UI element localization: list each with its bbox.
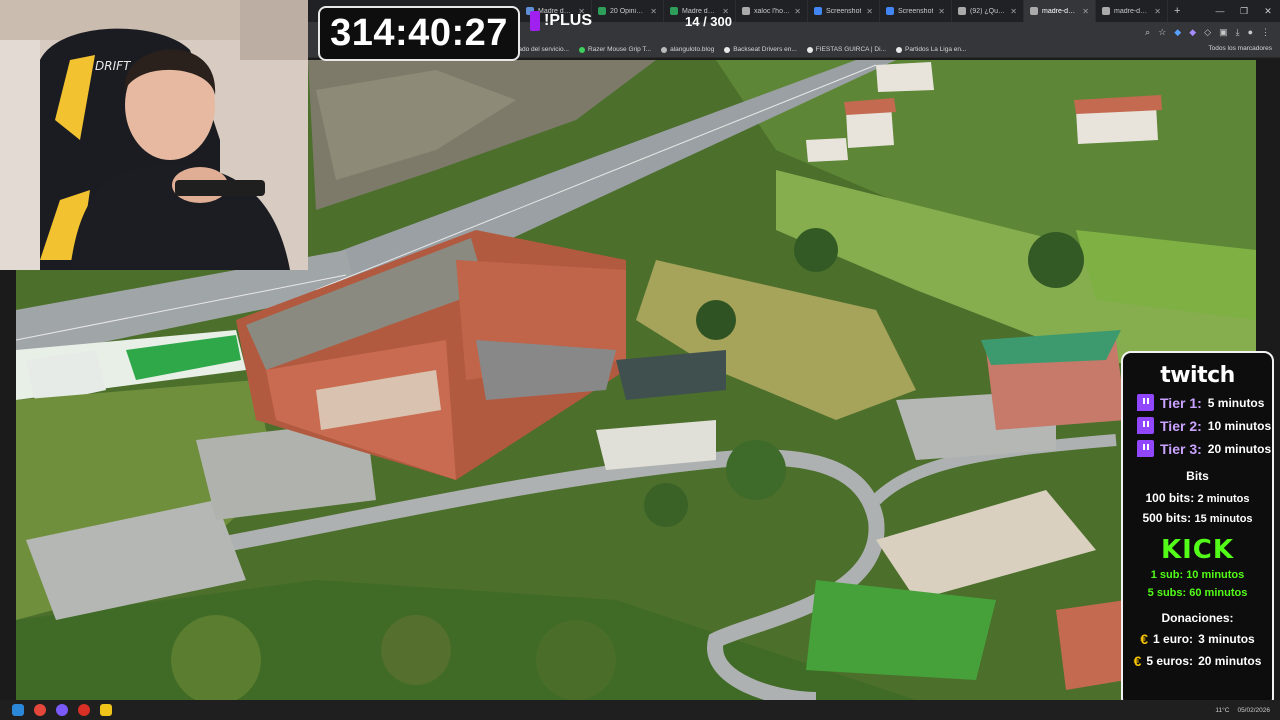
favicon-icon (886, 7, 894, 15)
bits-title: Bits (1186, 469, 1209, 483)
close-tab-icon[interactable]: ✕ (794, 7, 801, 16)
tier-row: Tier 2: 10 minutos (1137, 417, 1272, 434)
browser-tab[interactable]: xaloc l'hospital✕ (736, 0, 808, 22)
all-bookmarks-button[interactable]: Todos los marcadores (1208, 45, 1272, 52)
app-icon[interactable] (78, 704, 90, 716)
webcam-image: DRIFT (0, 0, 308, 270)
extension-icon[interactable]: ◆ (1189, 27, 1196, 38)
new-tab-button[interactable]: + (1168, 5, 1186, 17)
clock-date: 05/02/2026 (1237, 706, 1270, 714)
kick-logo: KICK (1160, 535, 1235, 565)
menu-icon[interactable]: ⋮ (1261, 27, 1270, 38)
extension-icon[interactable]: ◆ (1174, 27, 1181, 38)
kick-amount: 1 sub: (1150, 569, 1184, 581)
bits-amount: 100 bits: (1145, 491, 1195, 505)
twitch-icon (1137, 417, 1154, 434)
kick-amount: 5 subs: (1147, 587, 1187, 599)
chrome-icon[interactable] (34, 704, 46, 716)
bookmark[interactable]: Partidos La Liga en... (895, 46, 966, 53)
tier-row: Tier 3: 20 minutos (1137, 440, 1272, 457)
close-tab-icon[interactable]: ✕ (1082, 7, 1089, 16)
close-tab-icon[interactable]: ✕ (866, 7, 873, 16)
browser-tab[interactable]: madre-de-dios✕ (1096, 0, 1168, 22)
tier-label: Tier 1: (1160, 394, 1202, 411)
bookmark[interactable]: FIESTAS GUIRCA | Di... (806, 46, 886, 53)
extension-icon[interactable]: ◇ (1204, 27, 1211, 38)
system-tray: 11°C 05/02/2026 (1215, 707, 1270, 714)
goal-label: !PLUS (544, 12, 592, 29)
favicon-icon (1102, 7, 1110, 15)
bits-value: 2 minutos (1197, 493, 1250, 505)
bookmark-icon (895, 46, 902, 53)
bits-value: 15 minutos (1194, 513, 1253, 525)
webcam-feed: DRIFT (0, 0, 308, 270)
browser-tab[interactable]: Screenshot ✕ (808, 0, 880, 22)
minimize-icon[interactable]: — (1208, 0, 1232, 22)
plus-goal: !PLUS 14 / 300 (530, 8, 740, 34)
browser-tab[interactable]: (92) ¿Qué es✕ (952, 0, 1024, 22)
donation-value: 3 minutos (1198, 632, 1255, 646)
puzzle-icon[interactable]: ▣ (1219, 27, 1228, 38)
close-tab-icon[interactable]: ✕ (1154, 7, 1161, 16)
euro-icon: € (1133, 653, 1142, 669)
donation-row: € 5 euros: 20 minutos (1123, 653, 1272, 669)
donations-title: Donaciones: (1161, 611, 1234, 625)
browser-tab[interactable]: Screenshot ✕ (880, 0, 952, 22)
star-icon[interactable]: ☆ (1158, 27, 1166, 38)
svg-text:DRIFT: DRIFT (95, 59, 132, 73)
close-window-icon[interactable]: ✕ (1256, 0, 1280, 22)
tier-value: 5 minutos (1207, 395, 1265, 410)
bookmark[interactable]: alanguloto.blog (661, 46, 714, 53)
download-icon[interactable]: ⤓ (1236, 27, 1240, 38)
profile-avatar[interactable]: ● (1248, 27, 1253, 37)
donation-value: 20 minutos (1198, 654, 1262, 668)
twitch-icon (1137, 394, 1154, 411)
bookmark[interactable]: Razer Mouse Grip T... (578, 46, 651, 53)
close-tab-icon[interactable]: ✕ (1010, 7, 1017, 16)
tier-value: 20 minutos (1207, 441, 1272, 456)
tier-label: Tier 2: (1160, 417, 1202, 434)
window-controls: — ❐ ✕ (1208, 0, 1280, 22)
favicon-icon (1030, 7, 1038, 15)
plus-icon (530, 11, 540, 31)
bookmark-icon (724, 46, 731, 53)
taskbar: 11°C 05/02/2026 (0, 700, 1280, 720)
bookmark-icon (661, 46, 668, 53)
twitch-logo: twitch (1160, 363, 1235, 388)
subathon-rules-panel: twitch Tier 1: 5 minutos Tier 2: 10 minu… (1121, 351, 1274, 708)
tier-row: Tier 1: 5 minutos (1137, 394, 1272, 411)
donation-amount: 1 euro: (1153, 632, 1194, 646)
kick-row: 1 sub: 10 minutos (1123, 569, 1272, 581)
maximize-icon[interactable]: ❐ (1232, 0, 1256, 22)
kick-value: 10 minutos (1186, 569, 1245, 581)
favicon-icon (742, 7, 750, 15)
favicon-icon (814, 7, 822, 15)
kick-value: 60 minutos (1189, 587, 1248, 599)
kick-row: 5 subs: 60 minutos (1123, 587, 1272, 599)
zoom-icon[interactable]: ⌕ (1145, 27, 1150, 38)
tier-value: 10 minutos (1207, 418, 1272, 433)
weather: 11°C (1215, 706, 1230, 714)
euro-icon: € (1140, 631, 1149, 647)
bookmark-icon (806, 46, 813, 53)
windows-start-icon[interactable] (12, 704, 24, 716)
bookmark-icon (578, 46, 585, 53)
bits-row: 500 bits: 15 minutos (1123, 511, 1272, 525)
browser-tab-active[interactable]: madre-de-dios✕ (1024, 0, 1096, 22)
favicon-icon (958, 7, 966, 15)
bookmark[interactable]: Backseat Drivers en... (724, 46, 797, 53)
bits-row: 100 bits: 2 minutos (1123, 491, 1272, 505)
tier-label: Tier 3: (1160, 440, 1202, 457)
twitch-icon (1137, 440, 1154, 457)
donation-row: € 1 euro: 3 minutos (1123, 631, 1272, 647)
subathon-timer: 314:40:27 (318, 6, 520, 61)
goal-progress: 14 / 300 (685, 13, 732, 29)
app-icon[interactable] (100, 704, 112, 716)
stream-frame: Madre de Dios✕ 20 Opiniones✕ Madre de Di… (0, 0, 1280, 720)
close-tab-icon[interactable]: ✕ (938, 7, 945, 16)
bits-amount: 500 bits: (1142, 511, 1192, 525)
donation-amount: 5 euros: (1146, 654, 1194, 668)
app-icon[interactable] (56, 704, 68, 716)
